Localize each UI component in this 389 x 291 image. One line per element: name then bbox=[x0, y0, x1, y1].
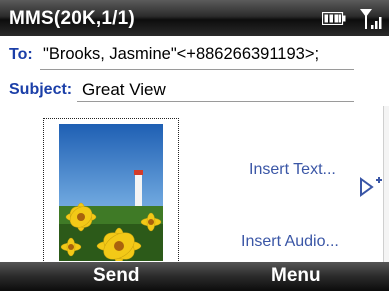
add-slide-arrow-icon[interactable] bbox=[358, 176, 386, 200]
to-field-underline bbox=[40, 69, 354, 70]
battery-icon bbox=[322, 12, 346, 25]
send-softkey-button[interactable]: Send bbox=[93, 265, 139, 287]
softkey-bar: Send Menu bbox=[0, 262, 389, 291]
subject-field-row[interactable]: Subject: Great View bbox=[0, 72, 389, 107]
menu-softkey-button[interactable]: Menu bbox=[271, 265, 321, 287]
photo-thumbnail bbox=[59, 124, 163, 261]
to-field-row[interactable]: To: "Brooks, Jasmine"<+886266391193>; bbox=[0, 36, 389, 72]
slide-area: Insert Text... Insert Audio... bbox=[0, 106, 389, 263]
signal-strength-icon bbox=[360, 9, 382, 29]
subject-label: Subject: bbox=[9, 81, 73, 98]
mms-compose-screen: MMS(20K,1/1) To: "Brooks, Jasmine"<+8862… bbox=[0, 0, 389, 291]
subject-field-underline bbox=[77, 101, 354, 102]
title-bar: MMS(20K,1/1) bbox=[0, 0, 389, 36]
insert-text-link[interactable]: Insert Text... bbox=[249, 161, 336, 179]
subject-value[interactable]: Great View bbox=[82, 80, 166, 100]
image-slot[interactable] bbox=[43, 118, 179, 263]
insert-audio-link[interactable]: Insert Audio... bbox=[241, 233, 339, 251]
to-recipient-value[interactable]: "Brooks, Jasmine"<+886266391193>; bbox=[43, 45, 319, 64]
window-title: MMS(20K,1/1) bbox=[9, 8, 135, 29]
to-label: To: bbox=[9, 46, 33, 63]
scrollbar-track[interactable] bbox=[383, 106, 389, 262]
